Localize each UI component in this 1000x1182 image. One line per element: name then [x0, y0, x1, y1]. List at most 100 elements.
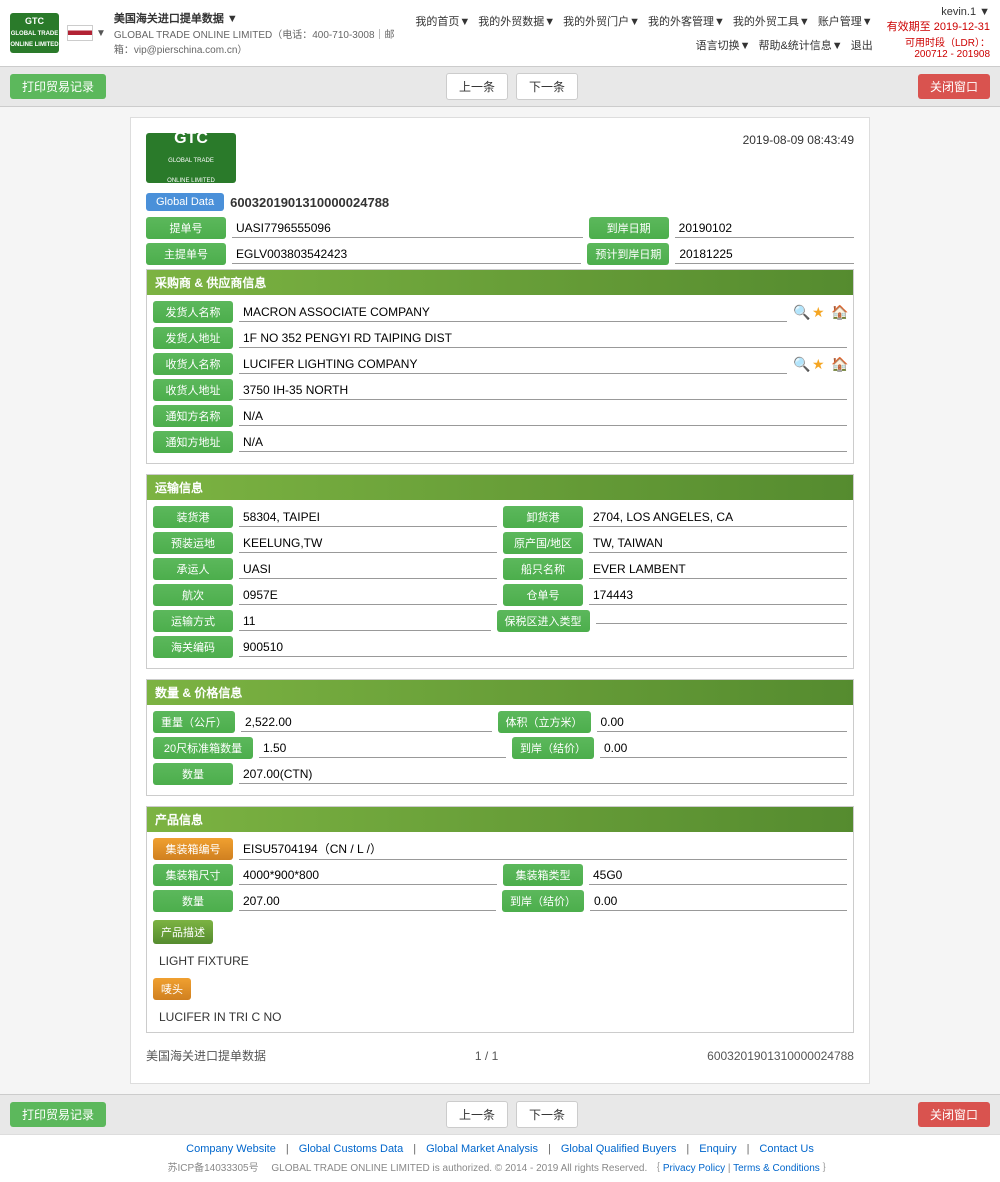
print-button[interactable]: 打印贸易记录 [10, 74, 106, 99]
notify-addr-row: 通知方地址 N/A [153, 431, 847, 453]
global-data-label: Global Data [146, 193, 224, 211]
arrival-date-value: 20190102 [675, 219, 854, 238]
shipper-addr-row: 发货人地址 1F NO 352 PENGYI RD TAIPING DIST [153, 327, 847, 349]
doc-timestamp: 2019-08-09 08:43:49 [743, 133, 854, 147]
consignee-name-label: 收货人名称 [153, 353, 233, 375]
discharge-port-label: 卸货港 [503, 506, 583, 528]
footer-link-customs[interactable]: Global Customs Data [299, 1143, 404, 1155]
shipper-icons: 🔍 ★ 🏠 [793, 304, 847, 320]
prev-button-bottom[interactable]: 上一条 [446, 1101, 508, 1128]
shipper-name-label: 发货人名称 [153, 301, 233, 323]
mark-label: 唛头 [153, 978, 191, 1000]
origin-value: TW, TAIWAN [589, 534, 847, 553]
consignee-star-icon[interactable]: ★ [812, 356, 828, 372]
footer-link-enquiry[interactable]: Enquiry [699, 1143, 736, 1155]
transport-body: 装货港 58304, TAIPEI 卸货港 2704, LOS ANGELES,… [147, 500, 853, 668]
container20-row: 20尺标准箱数量 1.50 到岸（结价） 0.00 [153, 737, 847, 759]
customs-label: 海关编码 [153, 636, 233, 658]
pagination-row: 美国海关进口提单数据 1 / 1 6003201901310000024788 [146, 1043, 854, 1068]
transport-section: 运输信息 装货港 58304, TAIPEI 卸货港 2704, LOS ANG… [146, 474, 854, 669]
nav-menu: 我的首页▼ 我的外贸数据▼ 我的外贸门户▼ 我的外客管理▼ 我的外贸工具▼ 账户… [404, 13, 873, 53]
est-arrival-value: 20181225 [675, 245, 854, 264]
shipper-star-icon[interactable]: ★ [812, 304, 828, 320]
shipper-search-icon[interactable]: 🔍 [793, 304, 809, 320]
bill-no-label: 提单号 [146, 217, 226, 239]
carrier-row: 承运人 UASI 船只名称 EVER LAMBENT [153, 558, 847, 580]
shipper-home-icon[interactable]: 🏠 [831, 304, 847, 320]
header-left: GTCGLOBAL TRADEONLINE LIMITED ▼ 美国海关进口提单… [10, 10, 404, 56]
consignee-search-icon[interactable]: 🔍 [793, 356, 809, 372]
weight-label: 重量（公斤） [153, 711, 235, 733]
footer-link-company[interactable]: Company Website [186, 1143, 276, 1155]
header-right: kevin.1 ▼ 有效期至 2019-12-31 可用时段（LDR）：2007… [873, 6, 990, 60]
company-contact: GLOBAL TRADE ONLINE LIMITED（电话：400-710-3… [114, 26, 404, 56]
global-data-row: Global Data 6003201901310000024788 [146, 193, 854, 211]
nav-home[interactable]: 我的首页▼ [415, 13, 470, 29]
close-button[interactable]: 关闭窗口 [918, 74, 990, 99]
pagination-page: 1 / 1 [475, 1049, 498, 1063]
global-data-value: 6003201901310000024788 [230, 195, 389, 210]
unit-price-value: 0.00 [600, 739, 847, 758]
close-button-bottom[interactable]: 关闭窗口 [918, 1102, 990, 1127]
nav-portal[interactable]: 我的外贸门户▼ [563, 13, 640, 29]
quantity-price-header: 数量 & 价格信息 [147, 680, 853, 705]
next-button-bottom[interactable]: 下一条 [516, 1101, 578, 1128]
customs-value: 900510 [239, 638, 847, 657]
quantity-value: 207.00(CTN) [239, 765, 847, 784]
account-name[interactable]: kevin.1 ▼ [873, 6, 990, 18]
consignee-name-value: LUCIFER LIGHTING COMPANY [239, 355, 787, 374]
container-no-value: EISU5704194（CN / L /） [239, 838, 847, 860]
product-price-label: 到岸（结价） [502, 890, 584, 912]
transport-header: 运输信息 [147, 475, 853, 500]
buyer-supplier-header: 采购商 & 供应商信息 [147, 270, 853, 295]
transport-mode-value: 11 [239, 612, 491, 631]
notify-name-label: 通知方名称 [153, 405, 233, 427]
carrier-label: 承运人 [153, 558, 233, 580]
preload-label: 预装运地 [153, 532, 233, 554]
footer-link-market[interactable]: Global Market Analysis [426, 1143, 538, 1155]
next-button[interactable]: 下一条 [516, 73, 578, 100]
main-content: GTCGLOBAL TRADEONLINE LIMITED 2019-08-09… [0, 107, 1000, 1094]
weight-row: 重量（公斤） 2,522.00 体积（立方米） 0.00 [153, 711, 847, 733]
container-size-value: 4000*900*800 [239, 866, 497, 885]
preload-row: 预装运地 KEELUNG,TW 原产国/地区 TW, TAIWAN [153, 532, 847, 554]
bonded-label: 保税区进入类型 [497, 610, 590, 632]
preload-value: KEELUNG,TW [239, 534, 497, 553]
weight-value: 2,522.00 [241, 713, 492, 732]
product-price-value: 0.00 [590, 892, 847, 911]
pagination-source: 美国海关进口提单数据 [146, 1047, 266, 1064]
nav-customer[interactable]: 我的外客管理▼ [648, 13, 725, 29]
carrier-value: UASI [239, 560, 497, 579]
footer-link-buyers[interactable]: Global Qualified Buyers [561, 1143, 677, 1155]
product-body: 集装箱编号 EISU5704194（CN / L /） 集装箱尺寸 4000*9… [147, 832, 853, 1032]
main-bill-value: EGLV003803542423 [232, 245, 581, 264]
nav-tools[interactable]: 我的外贸工具▼ [733, 13, 810, 29]
load-port-label: 装货港 [153, 506, 233, 528]
nav-trade-data[interactable]: 我的外贸数据▼ [478, 13, 555, 29]
consignee-home-icon[interactable]: 🏠 [831, 356, 847, 372]
nav-help[interactable]: 帮助&统计信息▼ [758, 37, 842, 53]
footer-terms-link[interactable]: Terms & Conditions [733, 1163, 820, 1174]
shipper-addr-label: 发货人地址 [153, 327, 233, 349]
origin-label: 原产国/地区 [503, 532, 583, 554]
page-title[interactable]: 美国海关进口提单数据 ▼ [114, 10, 404, 26]
pagination-record: 6003201901310000024788 [707, 1049, 854, 1063]
container20-value: 1.50 [259, 739, 506, 758]
consignee-addr-row: 收货人地址 3750 IH-35 NORTH [153, 379, 847, 401]
footer: Company Website | Global Customs Data | … [0, 1134, 1000, 1182]
logo: GTCGLOBAL TRADEONLINE LIMITED [10, 13, 59, 53]
shipper-name-row: 发货人名称 MACRON ASSOCIATE COMPANY 🔍 ★ 🏠 [153, 301, 847, 323]
unit-price-label: 到岸（结价） [512, 737, 594, 759]
nav-language[interactable]: 语言切换▼ [696, 37, 751, 53]
prev-button[interactable]: 上一条 [446, 73, 508, 100]
footer-privacy-link[interactable]: Privacy Policy [663, 1163, 725, 1174]
bottom-toolbar: 打印贸易记录 上一条 下一条 关闭窗口 [0, 1094, 1000, 1134]
consignee-addr-label: 收货人地址 [153, 379, 233, 401]
flag-container: ▼ [67, 25, 106, 41]
print-button-bottom[interactable]: 打印贸易记录 [10, 1102, 106, 1127]
footer-link-contact[interactable]: Contact Us [759, 1143, 813, 1155]
nav-account[interactable]: 账户管理▼ [818, 13, 873, 29]
container-no-row: 集装箱编号 EISU5704194（CN / L /） [153, 838, 847, 860]
nav-logout[interactable]: 退出 [851, 37, 873, 53]
vessel-value: EVER LAMBENT [589, 560, 847, 579]
